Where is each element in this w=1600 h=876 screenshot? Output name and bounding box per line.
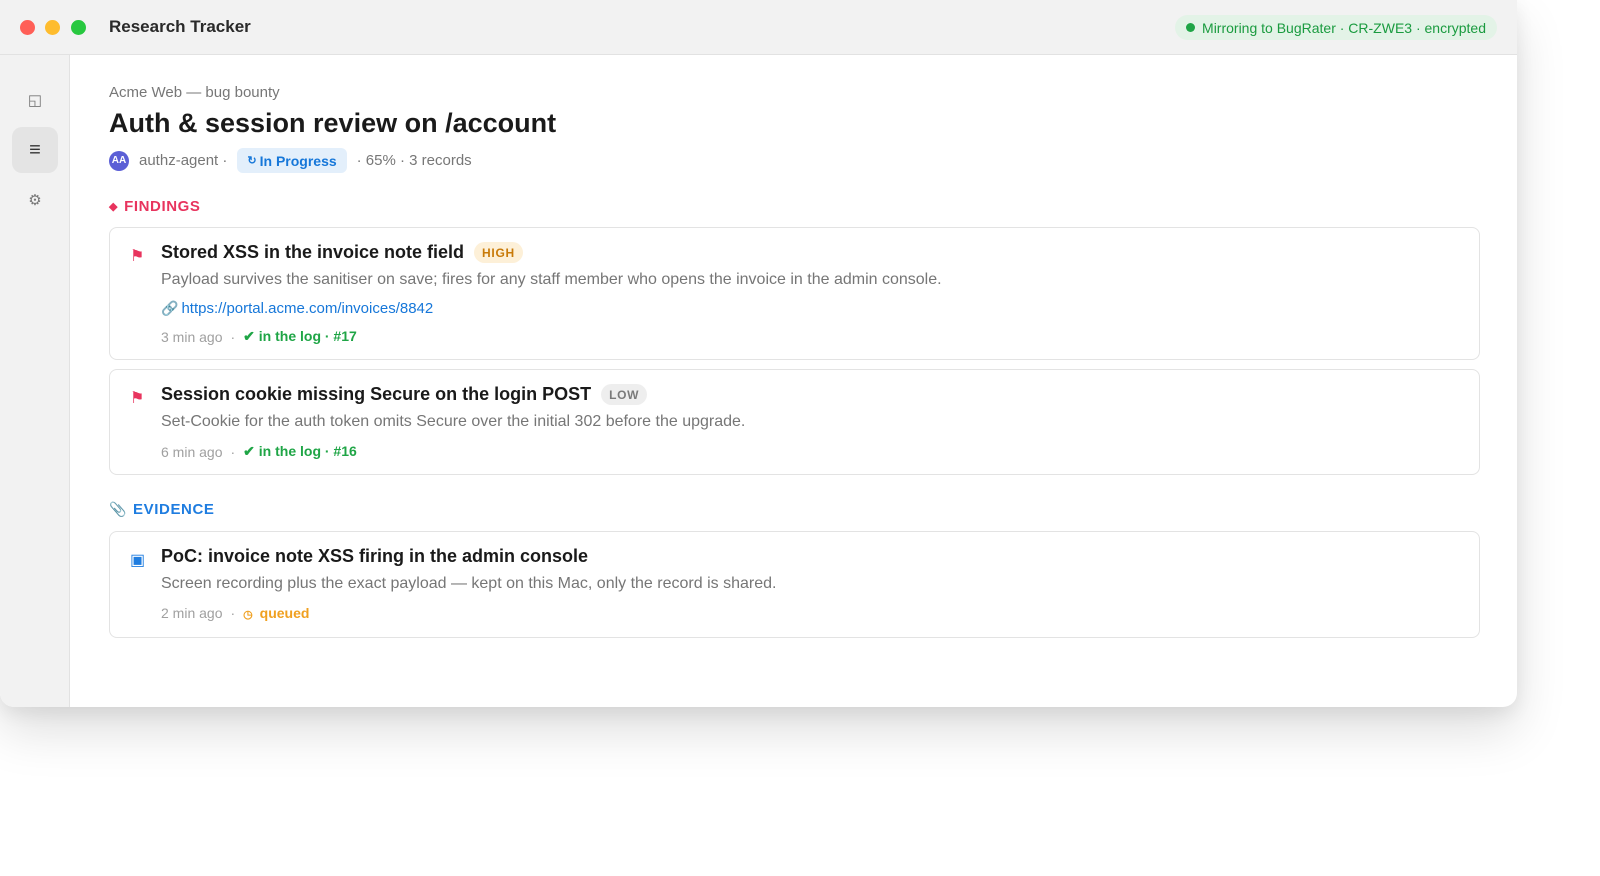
findings-section-label: FINDINGS	[124, 198, 201, 215]
finding-title-row: Stored XSS in the invoice note field HIG…	[161, 242, 523, 263]
finding-footer: 3 min ago · ✔ in the log · #17	[161, 328, 357, 345]
maximize-window-button[interactable]	[71, 20, 86, 35]
flag-icon: ⚑	[130, 248, 145, 265]
finding-card[interactable]: ⚑ Stored XSS in the invoice note field H…	[109, 227, 1480, 360]
log-status: ✔ in the log · #16	[243, 443, 357, 459]
progress-summary: · 65% · 3 records	[356, 152, 472, 169]
app-window: Research Tracker Mirroring to BugRater ·…	[0, 0, 1517, 707]
severity-badge: LOW	[601, 384, 648, 405]
finding-timestamp: 3 min ago	[161, 328, 223, 345]
recording-icon: ▣	[130, 552, 146, 569]
sidebar-item-settings[interactable]: ⚙	[12, 177, 58, 223]
panel-icon: ◱	[27, 92, 43, 109]
separator: ·	[230, 328, 236, 345]
agent-name: authz-agent ·	[139, 152, 228, 169]
evidence-title-row: PoC: invoice note XSS firing in the admi…	[161, 546, 588, 567]
paperclip-icon: 📎	[109, 501, 128, 517]
app-title: Research Tracker	[109, 17, 251, 36]
evidence-description: Screen recording plus the exact payload …	[161, 575, 777, 592]
breadcrumb[interactable]: Acme Web — bug bounty	[109, 84, 280, 101]
log-status: ✔ in the log · #17	[243, 328, 357, 344]
page-title: Auth & session review on /account	[109, 108, 557, 138]
separator: ·	[230, 605, 236, 621]
finding-description: Payload survives the sanitiser on save; …	[161, 271, 942, 288]
sync-status-dot-icon	[1186, 23, 1196, 32]
avatar: AA	[109, 150, 129, 171]
evidence-card[interactable]: ▣ PoC: invoice note XSS firing in the ad…	[109, 531, 1480, 638]
evidence-timestamp: 2 min ago	[161, 605, 223, 621]
severity-badge: HIGH	[474, 242, 523, 263]
refresh-icon: ↻	[247, 155, 257, 167]
sync-status-label: Mirroring to BugRater · CR-ZWE3 · encryp…	[1202, 19, 1486, 36]
status-label: In Progress	[259, 152, 337, 169]
finding-title: Session cookie missing Secure on the log…	[161, 384, 592, 404]
finding-timestamp: 6 min ago	[161, 443, 223, 460]
evidence-footer: 2 min ago · ◷ queued	[161, 605, 309, 621]
finding-footer: 6 min ago · ✔ in the log · #16	[161, 443, 357, 460]
flag-icon: ⚑	[130, 390, 145, 407]
gear-icon: ⚙	[28, 192, 42, 209]
finding-link-row: 🔗 https://portal.acme.com/invoices/8842	[161, 300, 433, 317]
finding-title-row: Session cookie missing Secure on the log…	[161, 384, 648, 405]
link-icon: 🔗	[161, 300, 179, 316]
session-meta: AA authz-agent · ↻ In Progress · 65% · 3…	[109, 148, 472, 173]
sidebar-item-records[interactable]: ≡	[12, 127, 58, 173]
sync-status-badge[interactable]: Mirroring to BugRater · CR-ZWE3 · encryp…	[1175, 15, 1497, 40]
finding-card[interactable]: ⚑ Session cookie missing Secure on the l…	[109, 369, 1480, 475]
queue-status: ◷ queued	[243, 605, 309, 621]
finding-url-link[interactable]: https://portal.acme.com/invoices/8842	[181, 300, 433, 317]
separator: ·	[230, 443, 236, 460]
findings-section-header: ◆ FINDINGS	[109, 198, 201, 215]
clock-icon: ◷	[243, 609, 253, 621]
diamond-icon: ◆	[109, 201, 119, 213]
finding-description: Set-Cookie for the auth token omits Secu…	[161, 413, 746, 430]
evidence-section-header: 📎 EVIDENCE	[109, 501, 215, 518]
minimize-window-button[interactable]	[45, 20, 60, 35]
sidebar-item-overview[interactable]: ◱	[12, 77, 58, 123]
evidence-section-label: EVIDENCE	[133, 501, 215, 518]
close-window-button[interactable]	[20, 20, 35, 35]
evidence-title: PoC: invoice note XSS firing in the admi…	[161, 546, 589, 566]
queue-status-label: queued	[259, 605, 310, 621]
sidebar: ◱ ≡ ⚙	[0, 55, 70, 707]
finding-title: Stored XSS in the invoice note field	[161, 242, 465, 262]
list-icon: ≡	[29, 138, 41, 161]
title-bar: Research Tracker Mirroring to BugRater ·…	[0, 0, 1517, 55]
status-badge[interactable]: ↻ In Progress	[237, 148, 347, 173]
